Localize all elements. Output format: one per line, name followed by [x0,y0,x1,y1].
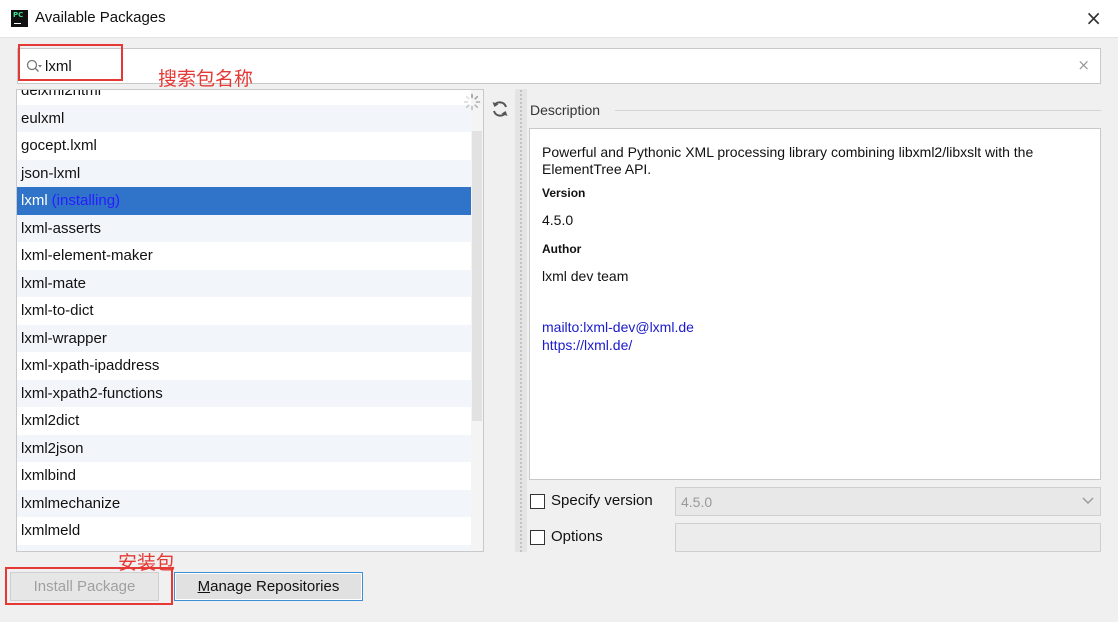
package-name: lxml-asserts [21,219,102,237]
package-name: gocept.lxml [21,137,97,154]
package-name: delxml2html [21,89,102,99]
package-list-item[interactable]: lxml2json [17,434,471,462]
package-name: lxml2dict [21,412,80,429]
package-list-item[interactable]: lxml-xpath-ipaddress [17,352,471,380]
manage-repositories-button[interactable]: Manage Repositories [174,572,363,601]
homepage-link[interactable]: https://lxml.de/ [542,336,1088,354]
package-list-item[interactable]: eulxml [17,104,471,132]
list-scrollbar-thumb[interactable] [472,131,482,421]
chevron-down-icon [1082,497,1094,504]
package-name: lxmlmechanize [21,494,121,512]
options-checkbox[interactable] [530,530,545,545]
version-heading: Version [542,186,586,200]
package-list-item[interactable]: lxml (installing) [17,187,471,215]
package-list-item[interactable]: lxml2dict [17,407,471,435]
options-label: Options [551,528,603,545]
package-list-item[interactable]: lxmlmeld [17,517,471,545]
package-list-item-partial[interactable]: delxml2html [17,89,471,105]
refresh-icon[interactable] [490,99,510,119]
package-list-item[interactable]: lxml-xpath2-functions [17,379,471,407]
version-value: 4.5.0 [542,212,574,228]
package-name: lxmlmeld [21,522,81,539]
window-title: Available Packages [35,9,166,26]
install-annotation-note: 安装包 [118,552,176,574]
package-list-item-partial[interactable]: lxmlmiddleware [17,544,471,552]
package-name: lxml [21,192,48,209]
package-list-item[interactable]: lxml-wrapper [17,324,471,352]
list-scrollbar[interactable] [471,90,483,551]
author-value: lxml dev team [542,268,629,284]
package-name: lxml-wrapper [21,329,107,347]
package-name: eulxml [21,109,65,127]
package-list-item[interactable]: gocept.lxml [17,132,471,160]
description-divider [615,110,1101,111]
close-icon[interactable]: × [1085,6,1102,30]
mailto-link[interactable]: mailto:lxml-dev@lxml.de [542,318,1088,336]
package-list-item[interactable]: json-lxml [17,159,471,187]
package-list-item[interactable]: lxml-asserts [17,214,471,242]
description-panel: Powerful and Pythonic XML processing lib… [529,128,1101,480]
pycharm-icon: PC [11,10,28,27]
package-status: (installing) [51,192,121,209]
description-label: Description [530,102,601,118]
specify-version-label: Specify version [551,492,653,509]
package-list-item[interactable]: lxml-element-maker [17,242,471,270]
package-name: lxml-xpath-ipaddress [21,357,160,374]
package-name: lxml-to-dict [21,302,94,319]
panel-splitter[interactable] [515,89,527,552]
package-list-item[interactable]: lxml-to-dict [17,297,471,325]
options-input[interactable] [675,523,1101,552]
title-bar: PC Available Packages × [0,0,1118,38]
loading-spinner-icon [463,93,481,111]
package-name: lxml-mate [21,274,87,292]
package-name: lxml-xpath2-functions [21,384,163,402]
search-annotation-box [18,44,123,81]
package-list[interactable]: lxmlmiddleware lxmlmeld lxmlmechanize lxmlb… [16,89,484,552]
specify-version-checkbox[interactable] [530,494,545,509]
manage-mnemonic: M [197,578,211,595]
search-annotation-note: 搜索包名称 [158,68,254,90]
version-select[interactable]: 4.5.0 [675,487,1101,516]
package-list-item[interactable]: lxmlbind [17,462,471,490]
manage-label: anage Repositories [210,578,340,595]
package-list-item[interactable]: lxml-mate [17,269,471,297]
package-name: lxmlmiddleware [21,550,124,552]
package-name: lxmlbind [21,467,77,484]
package-summary: Powerful and Pythonic XML processing lib… [542,144,1034,177]
package-list-item[interactable]: lxmlmechanize [17,489,471,517]
version-select-value: 4.5.0 [681,494,713,510]
author-heading: Author [542,242,582,256]
package-name: lxml2json [21,439,84,457]
clear-search-icon[interactable]: × [1077,56,1090,74]
package-name: json-lxml [21,164,81,182]
package-name: lxml-element-maker [21,247,153,264]
